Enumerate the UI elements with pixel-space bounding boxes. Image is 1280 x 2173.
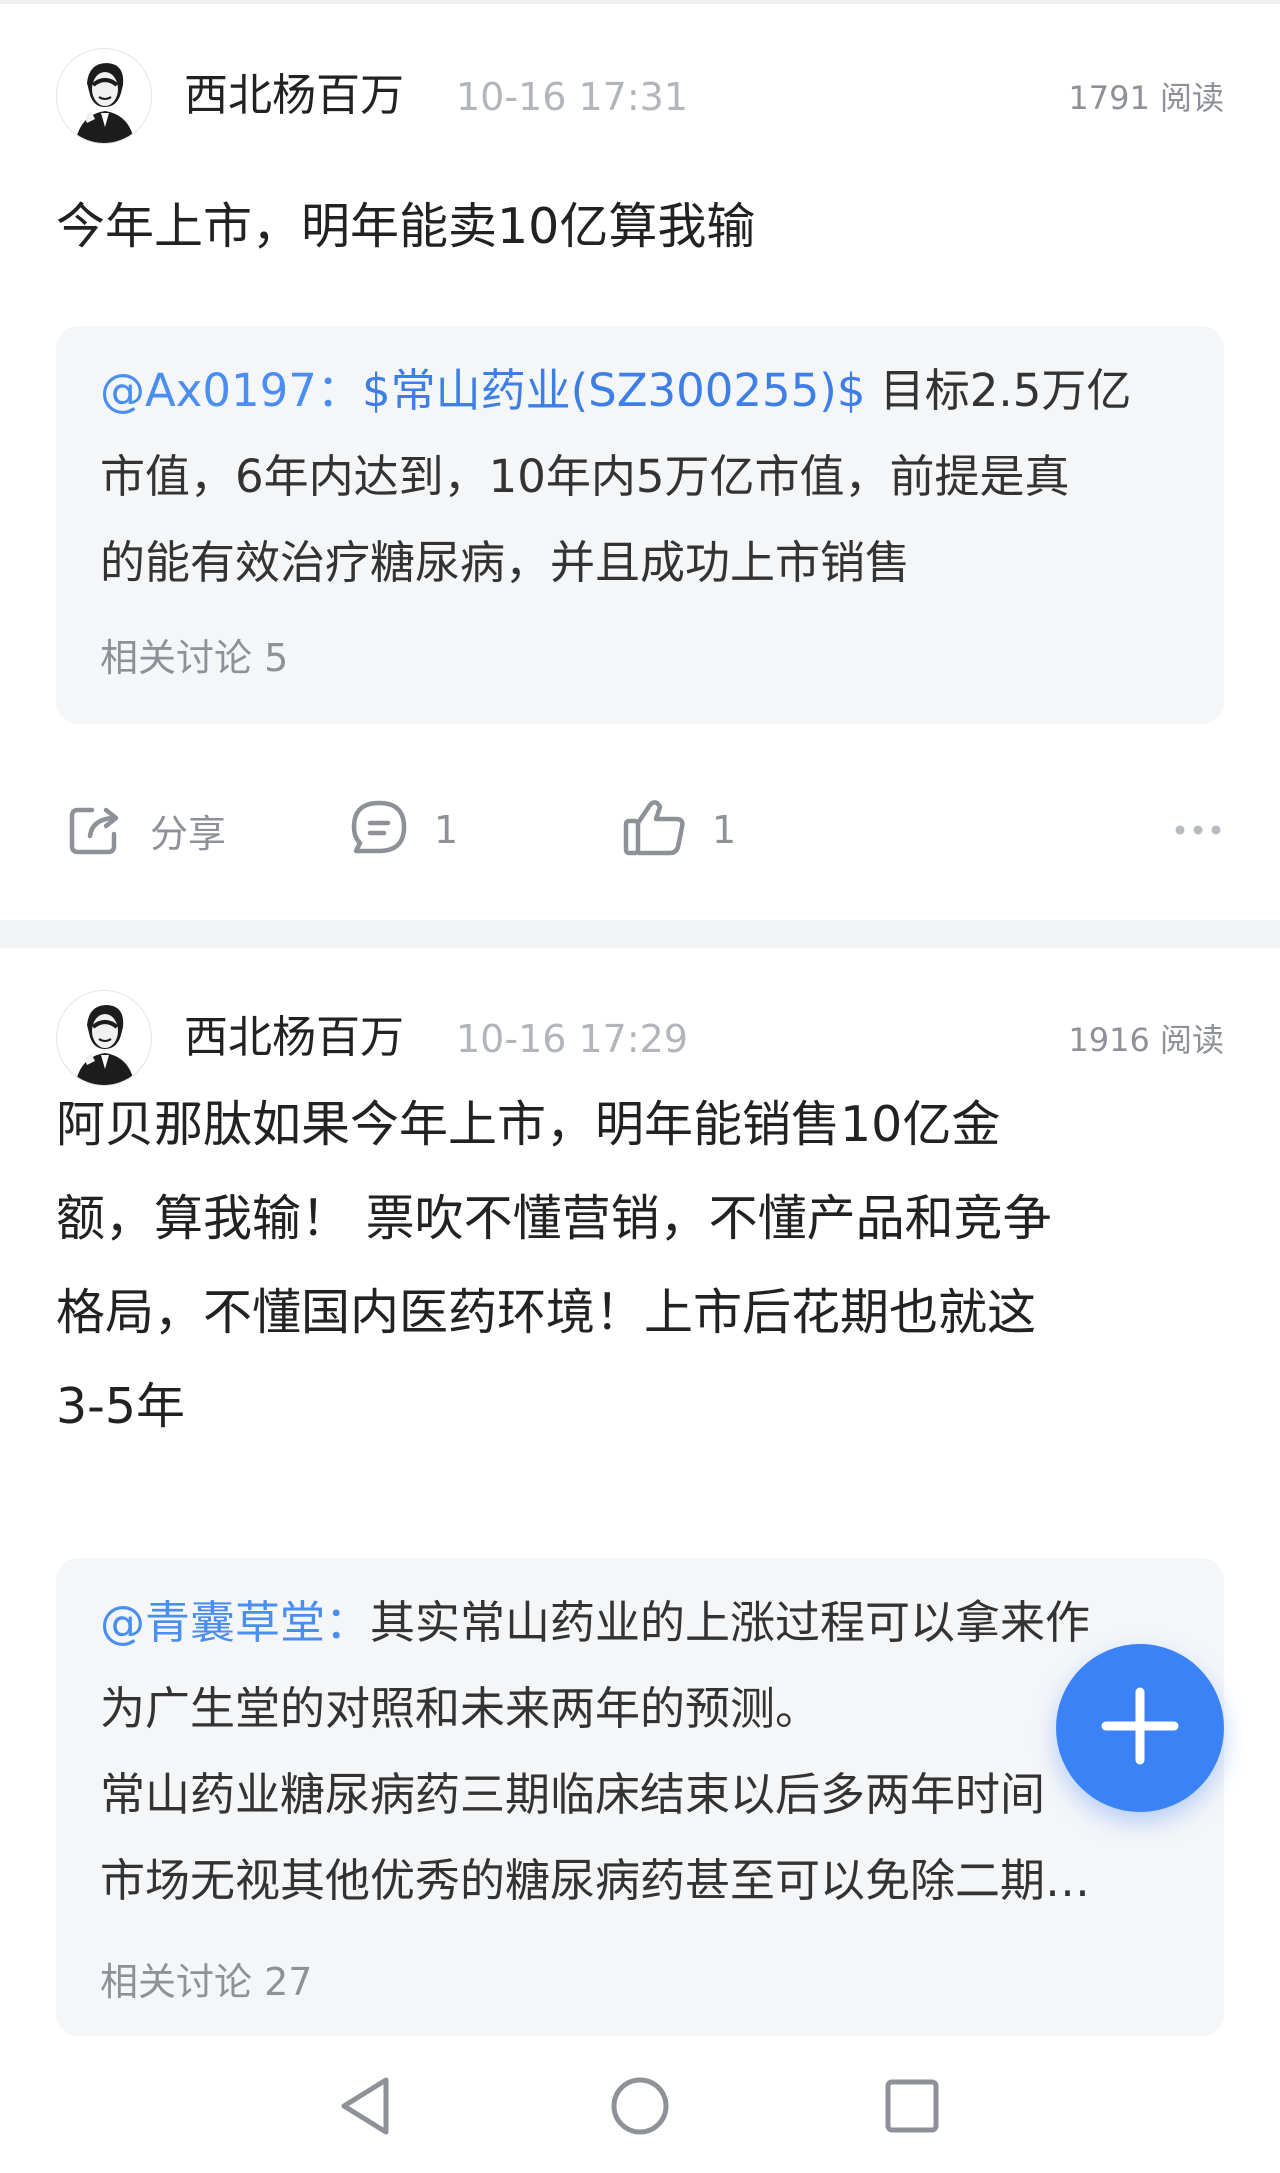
like-count: 1 xyxy=(712,808,737,852)
post-text-line: 阿贝那肽如果今年上市，明年能销售10亿金 xyxy=(56,1096,1001,1153)
system-nav-bar xyxy=(0,2052,1280,2173)
like-button[interactable]: 1 xyxy=(622,790,736,870)
avatar[interactable] xyxy=(56,990,152,1086)
read-count: 1791 阅读 xyxy=(1068,79,1224,117)
quote-line: 的能有效治疗糖尿病，并且成功上市销售 xyxy=(100,536,911,589)
post-text-line: 3-5年 xyxy=(56,1378,186,1435)
quote-author-link[interactable]: @Ax0197： xyxy=(100,364,362,417)
quoted-post[interactable]: @青囊草堂：其实常山药业的上涨过程可以拿来作 为广生堂的对照和未来两年的预测。 … xyxy=(56,1558,1224,2036)
more-dots-icon[interactable] xyxy=(1172,812,1224,852)
compose-button[interactable] xyxy=(1056,1644,1224,1812)
post-header: 西北杨百万 10-16 17:31 1791 阅读 xyxy=(56,48,1224,144)
quote-line-text: 目标2.5万亿 xyxy=(865,364,1132,417)
comment-icon xyxy=(348,797,410,863)
post-time: 10-16 17:31 xyxy=(456,75,689,119)
square-recent-icon[interactable] xyxy=(880,2074,944,2142)
post-time: 10-16 17:29 xyxy=(456,1017,689,1061)
top-separator xyxy=(0,0,1280,4)
read-count: 1916 阅读 xyxy=(1068,1021,1224,1059)
quote-text: @青囊草堂：其实常山药业的上涨过程可以拿来作 为广生堂的对照和未来两年的预测。 … xyxy=(100,1580,1184,1924)
share-button[interactable]: 分享 xyxy=(66,790,226,870)
post-header: 西北杨百万 10-16 17:29 1916 阅读 xyxy=(56,990,1224,1086)
quote-line: 为广生堂的对照和未来两年的预测。 xyxy=(100,1682,821,1735)
post-text-line: 额，算我输！ 票吹不懂营销，不懂产品和竞争 xyxy=(56,1190,1052,1247)
author-name[interactable]: 西北杨百万 xyxy=(184,1008,404,1068)
quote-author-link[interactable]: @青囊草堂： xyxy=(100,1596,370,1649)
thumbs-up-icon xyxy=(622,797,688,863)
quote-line: 市值，6年内达到，10年内5万亿市值，前提是真 xyxy=(100,450,1070,503)
quote-line: 常山药业糖尿病药三期临床结束以后多两年时间 xyxy=(100,1768,1046,1821)
plus-icon xyxy=(1098,1684,1182,1772)
circle-home-icon[interactable] xyxy=(608,2074,672,2142)
post-text[interactable]: 阿贝那肽如果今年上市，明年能销售10亿金 额，算我输！ 票吹不懂营销，不懂产品和… xyxy=(56,1078,1224,1454)
triangle-back-icon[interactable] xyxy=(336,2074,396,2142)
quoted-post[interactable]: @Ax0197：$常山药业(SZ300255)$ 目标2.5万亿 市值，6年内达… xyxy=(56,326,1224,724)
quote-line: @Ax0197：$常山药业(SZ300255)$ 目标2.5万亿 xyxy=(100,348,1184,434)
author-name[interactable]: 西北杨百万 xyxy=(184,66,404,126)
quote-line-text: 其实常山药业的上涨过程可以拿来作 xyxy=(370,1596,1091,1649)
stock-link[interactable]: $常山药业(SZ300255)$ xyxy=(362,364,866,417)
share-label: 分享 xyxy=(150,811,227,856)
quote-line: @青囊草堂：其实常山药业的上涨过程可以拿来作 xyxy=(100,1580,1184,1666)
post-text[interactable]: 今年上市，明年能卖10亿算我输 xyxy=(56,180,1224,274)
quote-line: 市场无视其他优秀的糖尿病药甚至可以免除二期… xyxy=(100,1854,1091,1907)
share-icon xyxy=(66,798,126,862)
related-discussions[interactable]: 相关讨论 27 xyxy=(100,1956,312,2008)
comment-count: 1 xyxy=(434,808,459,852)
action-bar: 分享 1 1 xyxy=(56,790,1224,870)
quote-text: @Ax0197：$常山药业(SZ300255)$ 目标2.5万亿 市值，6年内达… xyxy=(100,348,1184,606)
related-discussions[interactable]: 相关讨论 5 xyxy=(100,632,288,684)
avatar[interactable] xyxy=(56,48,152,144)
post-text-line: 格局，不懂国内医药环境！上市后花期也就这 xyxy=(56,1284,1037,1341)
post-divider xyxy=(0,920,1280,948)
comment-button[interactable]: 1 xyxy=(348,790,458,870)
